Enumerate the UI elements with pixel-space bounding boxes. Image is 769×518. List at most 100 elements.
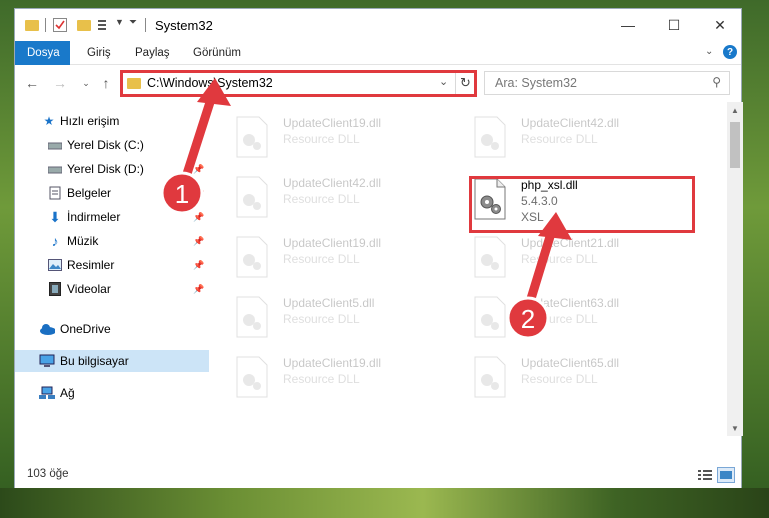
file-item[interactable]: UpdateClient19.dll Resource DLL: [211, 350, 431, 402]
file-description: Resource DLL: [521, 372, 598, 386]
properties-icon[interactable]: [53, 18, 67, 32]
file-item[interactable]: UpdateClient5.dll Resource DLL: [211, 290, 431, 342]
file-explorer-window: ▼ ⏷ System32 — ☐ ✕ Dosya Giriş Paylaş Gö…: [14, 8, 743, 488]
tiles-view-icon[interactable]: [717, 467, 735, 483]
sidebar-item-this-pc[interactable]: Bu bilgisayar: [15, 350, 209, 372]
forward-button[interactable]: →: [49, 72, 71, 94]
computer-icon: [39, 354, 55, 368]
scrollbar-thumb[interactable]: [730, 122, 740, 168]
cloud-icon: [39, 322, 55, 336]
file-description: Resource DLL: [283, 132, 360, 146]
file-item[interactable]: UpdateClient42.dll Resource DLL: [449, 110, 669, 162]
tab-file[interactable]: Dosya: [15, 41, 70, 65]
up-button[interactable]: ↑: [95, 72, 117, 94]
back-button[interactable]: ←: [21, 72, 43, 94]
tab-view[interactable]: Görünüm: [181, 41, 253, 65]
dll-file-icon: [473, 116, 507, 158]
file-name: UpdateClient19.dll: [283, 116, 382, 130]
file-item[interactable]: UpdateClient19.dll Resource DLL: [211, 230, 431, 282]
pin-icon[interactable]: 📌: [193, 236, 204, 247]
dll-file-icon: [235, 236, 269, 278]
dll-file-icon: [473, 296, 507, 338]
maximize-button[interactable]: ☐: [651, 9, 697, 41]
chevron-down-icon[interactable]: ▼: [115, 17, 124, 33]
file-name: UpdateClient63.dll: [521, 296, 620, 310]
customize-toolbar-icon[interactable]: [97, 18, 111, 32]
file-name: UpdateClient19.dll: [283, 236, 382, 250]
tab-share[interactable]: Paylaş: [123, 41, 182, 65]
star-icon: ★: [43, 114, 55, 128]
ribbon: Dosya Giriş Paylaş Görünüm ⌄ ?: [15, 41, 741, 65]
file-description: Resource DLL: [283, 252, 360, 266]
file-item[interactable]: UpdateClient63.dll Resource DLL: [449, 290, 669, 342]
dll-file-icon: [473, 236, 507, 278]
new-folder-icon[interactable]: [77, 20, 91, 31]
pin-icon[interactable]: 📌: [193, 284, 204, 295]
sidebar-item-downloads[interactable]: ⬇ İndirmeler 📌: [15, 206, 209, 228]
close-button[interactable]: ✕: [697, 9, 743, 41]
dll-file-icon: [235, 116, 269, 158]
sidebar-item-label: Yerel Disk (C:): [67, 138, 144, 152]
file-highlight-box: [469, 176, 695, 233]
drive-icon: [47, 162, 63, 176]
pin-icon[interactable]: 📌: [193, 260, 204, 271]
sidebar-item-onedrive[interactable]: OneDrive: [15, 318, 209, 340]
quick-access-dropdown-icon[interactable]: ⏷: [129, 17, 137, 33]
navigation-pane: ★ Hızlı erişim Yerel Disk (C:) Yerel Dis…: [15, 102, 211, 462]
file-item[interactable]: UpdateClient65.dll Resource DLL: [449, 350, 669, 402]
search-placeholder: Ara: System32: [495, 76, 577, 90]
file-description: Resource DLL: [283, 192, 360, 206]
file-name: UpdateClient42.dll: [521, 116, 620, 130]
pictures-icon: [47, 258, 63, 272]
address-bar[interactable]: C:\Windows\System32 ⌄ ↻: [120, 71, 476, 95]
file-description: Resource DLL: [283, 312, 360, 326]
network-icon: [39, 386, 55, 400]
status-bar: 103 öğe: [15, 462, 741, 488]
window-title: System32: [155, 18, 213, 33]
pin-icon[interactable]: 📌: [193, 212, 204, 223]
search-input[interactable]: Ara: System32 ⚲: [484, 71, 730, 95]
dll-file-icon: [473, 356, 507, 398]
title-bar: ▼ ⏷ System32 — ☐ ✕: [15, 9, 741, 41]
folder-icon: [127, 78, 141, 89]
help-icon[interactable]: ?: [723, 45, 737, 59]
pin-icon[interactable]: 📌: [193, 164, 204, 175]
sidebar-item-local-disk-d[interactable]: Yerel Disk (D:) 📌: [15, 158, 209, 180]
sidebar-item-videos[interactable]: Videolar 📌: [15, 278, 209, 300]
scroll-down-icon[interactable]: ▼: [727, 420, 743, 436]
sidebar-item-label: İndirmeler: [67, 210, 121, 224]
music-icon: ♪: [51, 233, 59, 249]
sidebar-item-quick-access[interactable]: ★ Hızlı erişim: [15, 110, 209, 132]
file-name: UpdateClient19.dll: [283, 356, 382, 370]
file-name: UpdateClient65.dll: [521, 356, 620, 370]
details-view-icon[interactable]: [697, 468, 713, 482]
sidebar-item-label: Resimler: [67, 258, 115, 272]
sidebar-item-local-disk-c[interactable]: Yerel Disk (C:): [15, 134, 209, 156]
expand-ribbon-icon[interactable]: ⌄: [705, 46, 713, 57]
address-dropdown-icon[interactable]: ⌄: [439, 75, 448, 88]
pin-icon[interactable]: 📌: [193, 188, 204, 199]
sidebar-item-pictures[interactable]: Resimler 📌: [15, 254, 209, 276]
vertical-scrollbar[interactable]: ▲ ▼: [727, 102, 743, 436]
sidebar-item-label: Yerel Disk (D:): [67, 162, 144, 176]
sidebar-item-label: Hızlı erişim: [60, 114, 120, 128]
file-list: UpdateClient19.dll Resource DLL UpdateCl…: [211, 102, 727, 462]
item-count: 103 öğe: [27, 468, 69, 480]
documents-icon: [47, 186, 63, 200]
sidebar-item-network[interactable]: Ağ: [15, 382, 209, 404]
navigation-bar: ← → ⌄ ↑ C:\Windows\System32 ⌄ ↻ Ara: Sys…: [15, 66, 741, 102]
folder-icon: [25, 20, 39, 31]
scroll-up-icon[interactable]: ▲: [727, 102, 743, 118]
file-name: UpdateClient21.dll: [521, 236, 620, 250]
recent-locations-button[interactable]: ⌄: [75, 72, 97, 94]
file-item[interactable]: UpdateClient21.dll Resource DLL: [449, 230, 669, 282]
refresh-icon[interactable]: ↻: [455, 72, 475, 94]
file-item[interactable]: UpdateClient42.dll Resource DLL: [211, 170, 431, 222]
tab-home[interactable]: Giriş: [75, 41, 123, 65]
sidebar-item-music[interactable]: ♪ Müzik 📌: [15, 230, 209, 252]
sidebar-item-documents[interactable]: Belgeler 📌: [15, 182, 209, 204]
file-item[interactable]: UpdateClient19.dll Resource DLL: [211, 110, 431, 162]
dll-file-icon: [235, 296, 269, 338]
minimize-button[interactable]: —: [605, 9, 651, 41]
desktop-background: [0, 488, 769, 518]
